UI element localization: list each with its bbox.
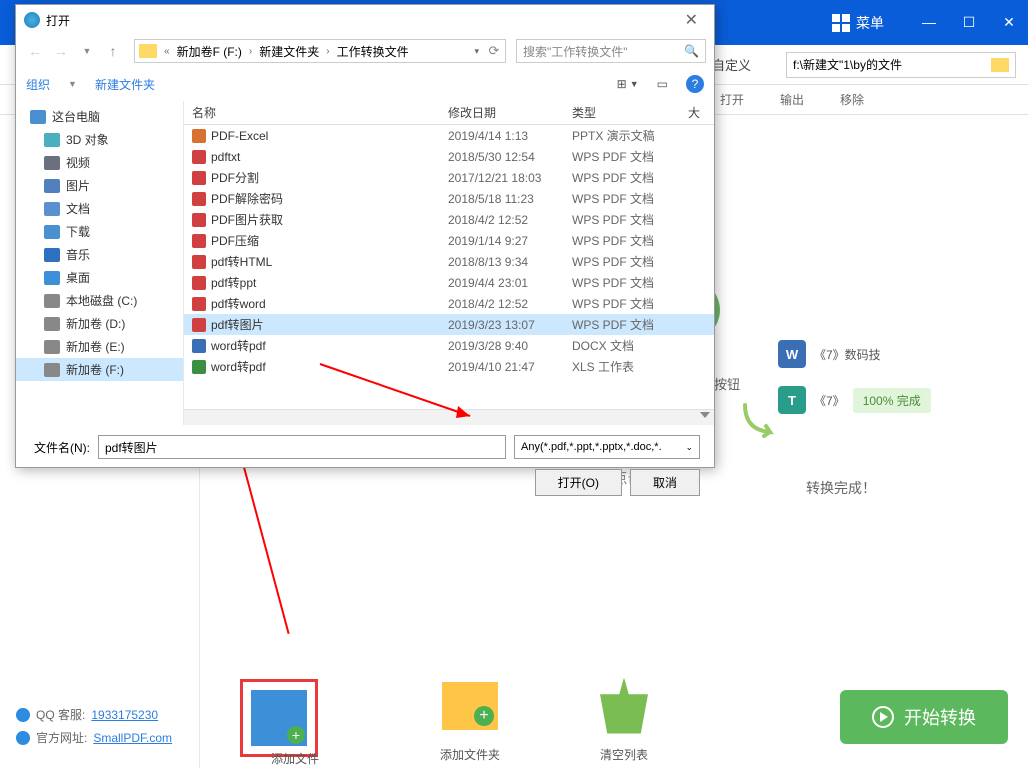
file-row[interactable]: PDF压缩2019/1/14 9:27WPS PDF 文档 [184,230,714,251]
nav-up-button[interactable]: ↑ [102,40,124,62]
progress-badge: 100% 完成 [853,388,931,413]
file-row[interactable]: word转pdf2019/3/28 9:40DOCX 文档 [184,335,714,356]
file-row[interactable]: pdf转ppt2019/4/4 23:01WPS PDF 文档 [184,272,714,293]
col-output: 输出 [762,91,822,108]
breadcrumb[interactable]: « 新加卷F (F:)› 新建文件夹› 工作转换文件 ▾ ⟳ [134,39,506,63]
menu-icon [832,14,850,32]
help-icon[interactable]: ? [686,75,704,93]
sidebar-item[interactable]: 下载 [16,220,183,243]
qq-link[interactable]: 1933175230 [91,708,158,722]
close-button[interactable]: ✕ [998,14,1020,31]
word-icon: W [778,340,806,368]
preview-pane-button[interactable]: ▭ [657,77,668,91]
minimize-button[interactable]: ― [918,14,940,31]
sidebar-item[interactable]: 视频 [16,151,183,174]
nav-recent-button[interactable]: ▼ [76,40,98,62]
folder-icon [139,44,157,58]
add-file-icon [251,690,307,746]
dialog-icon [24,12,40,28]
menu-label: 菜单 [856,13,884,33]
organize-button[interactable]: 组织 [26,76,50,93]
col-header-name[interactable]: 名称 [184,104,440,121]
file-row[interactable]: pdf转HTML2018/8/13 9:34WPS PDF 文档 [184,251,714,272]
folder-icon [991,58,1009,72]
qq-label: QQ 客服: [36,706,85,723]
custom-label: 自定义 [712,55,751,74]
filename-input[interactable] [98,435,506,459]
filename-label: 文件名(N): [30,439,90,456]
view-mode-button[interactable]: ⊞ ▼ [617,77,639,91]
sidebar-item[interactable]: 新加卷 (D:) [16,312,183,335]
dialog-sidebar: 这台电脑 3D 对象 视频 图片 文档 下载 音乐 桌面 本地磁盘 (C:) 新… [16,101,184,425]
result-item: W 《7》数码技 [778,340,931,368]
cancel-button[interactable]: 取消 [630,469,700,496]
sidebar-item[interactable]: 桌面 [16,266,183,289]
site-label: 官方网址: [36,729,87,746]
filetype-filter[interactable]: Any(*.pdf,*.ppt,*.pptx,*.doc,*. ⌄ [514,435,700,459]
sidebar-item[interactable]: 新加卷 (E:) [16,335,183,358]
col-header-type[interactable]: 类型 [564,104,680,121]
result-item: T 《7》 100% 完成 [778,386,931,414]
file-row[interactable]: pdf转图片2019/3/23 13:07WPS PDF 文档 [184,314,714,335]
sidebar-item[interactable]: 新加卷 (F:) [16,358,183,381]
nav-back-button[interactable]: ← [24,40,46,62]
conversion-complete-label: 转换完成！ [806,478,876,498]
ie-icon [16,731,30,745]
qq-icon [16,708,30,722]
text-icon: T [778,386,806,414]
col-header-size[interactable]: 大 [680,104,714,121]
sidebar-item[interactable]: 文档 [16,197,183,220]
search-icon: 🔍 [684,44,699,58]
file-row[interactable]: PDF解除密码2018/5/18 11:23WPS PDF 文档 [184,188,714,209]
file-row[interactable]: PDF-Excel2019/4/14 1:13PPTX 演示文稿 [184,125,714,146]
file-open-dialog: 打开 ✕ ← → ▼ ↑ « 新加卷F (F:)› 新建文件夹› 工作转换文件 … [15,4,715,468]
sidebar-item[interactable]: 3D 对象 [16,128,183,151]
play-icon [872,706,894,728]
dialog-title: 打开 [46,12,70,29]
file-row[interactable]: pdftxt2018/5/30 12:54WPS PDF 文档 [184,146,714,167]
press-button-label: 按钮 [714,374,740,393]
menu-button[interactable]: 菜单 [818,7,898,39]
add-folder-button[interactable]: 添加文件夹 [438,674,502,763]
maximize-button[interactable]: ☐ [958,14,980,31]
file-row[interactable]: PDF分割2017/12/21 18:03WPS PDF 文档 [184,167,714,188]
sidebar-item[interactable]: 图片 [16,174,183,197]
new-folder-button[interactable]: 新建文件夹 [95,76,155,93]
nav-forward-button[interactable]: → [50,40,72,62]
curved-arrow-icon [740,400,780,440]
open-button[interactable]: 打开(O) [535,469,622,496]
broom-icon [600,678,648,734]
refresh-icon[interactable]: ⟳ [483,40,505,62]
file-list: PDF-Excel2019/4/14 1:13PPTX 演示文稿pdftxt20… [184,125,714,409]
dialog-close-button[interactable]: ✕ [677,10,706,30]
file-row[interactable]: word转pdf2019/4/10 21:47XLS 工作表 [184,356,714,377]
col-remove: 移除 [822,91,882,108]
path-input[interactable]: f:\新建文"1\by的文件 [786,52,1016,78]
sidebar-item[interactable]: 本地磁盘 (C:) [16,289,183,312]
horizontal-scrollbar[interactable] [184,409,714,425]
clear-list-button[interactable]: 清空列表 [592,674,656,763]
add-folder-icon [442,682,498,730]
site-link[interactable]: SmallPDF.com [93,731,172,745]
sidebar-this-pc[interactable]: 这台电脑 [16,105,183,128]
start-convert-button[interactable]: 开始转换 [840,690,1008,744]
col-header-date[interactable]: 修改日期 [440,104,564,121]
search-input[interactable]: 搜索"工作转换文件" 🔍 [516,39,706,63]
file-row[interactable]: pdf转word2018/4/2 12:52WPS PDF 文档 [184,293,714,314]
add-file-button[interactable] [247,686,311,750]
sidebar-item[interactable]: 音乐 [16,243,183,266]
file-row[interactable]: PDF图片获取2018/4/2 12:52WPS PDF 文档 [184,209,714,230]
